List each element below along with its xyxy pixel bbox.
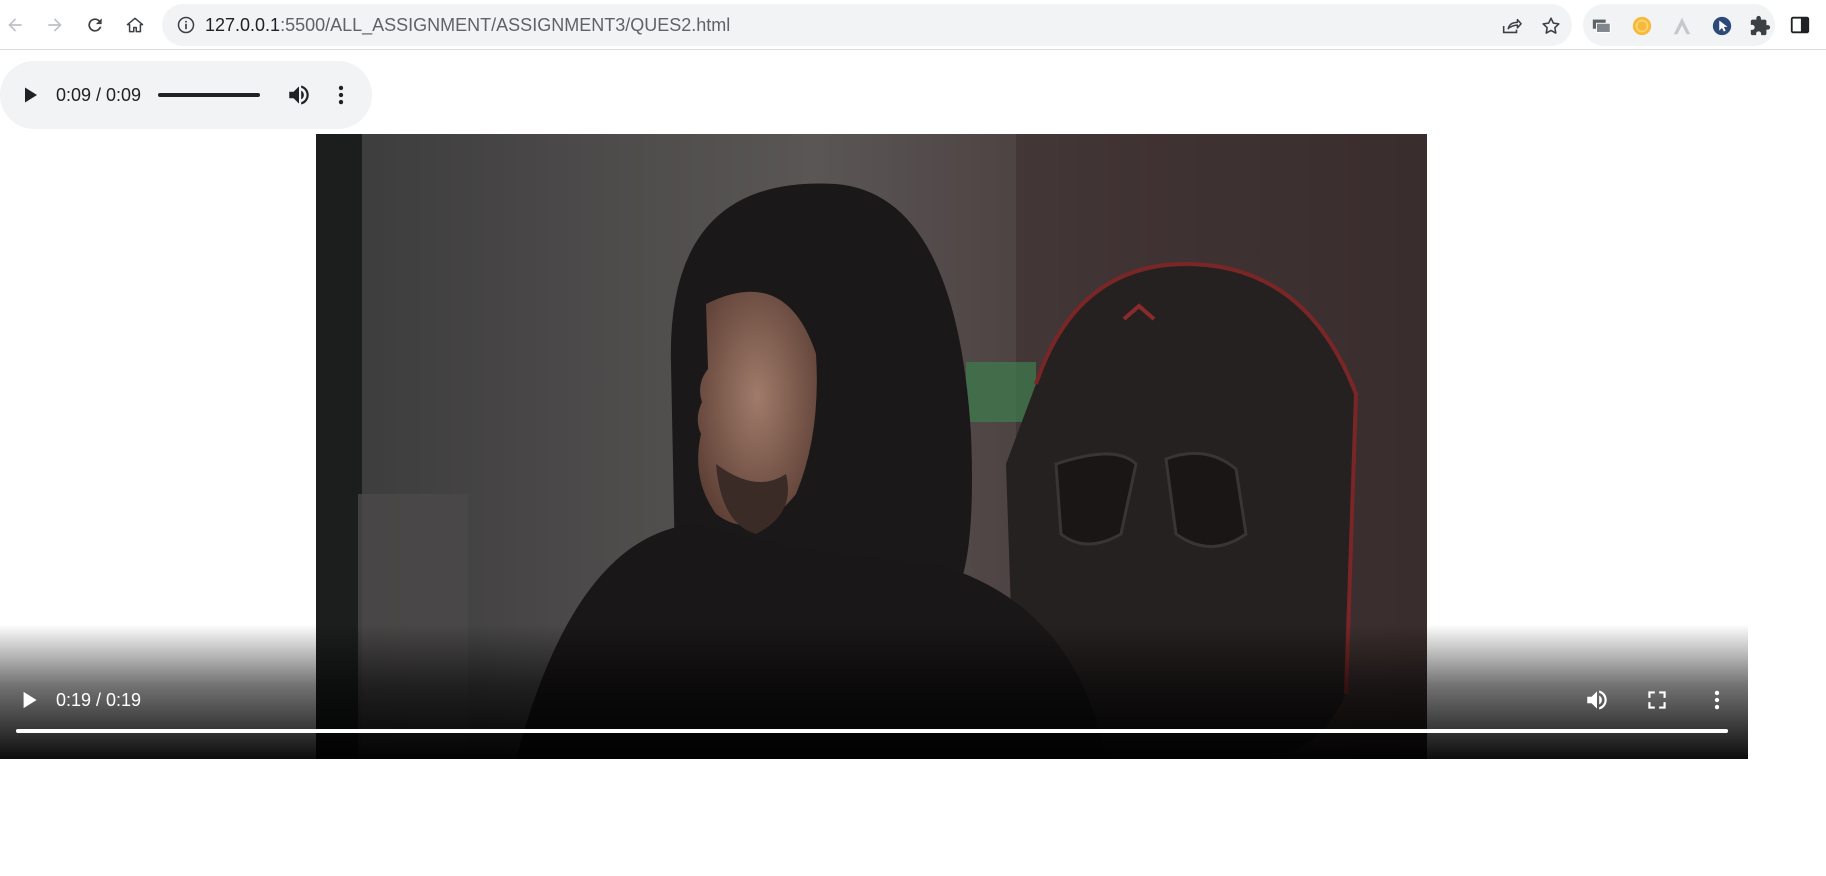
- more-vertical-icon[interactable]: [328, 82, 354, 108]
- share-icon[interactable]: [1500, 15, 1522, 37]
- orange-extension-icon[interactable]: [1631, 15, 1653, 37]
- browser-toolbar: 127.0.0.1:5500/ALL_ASSIGNMENT/ASSIGNMENT…: [0, 0, 1826, 50]
- url-host: 127.0.0.1: [205, 15, 281, 35]
- forward-button[interactable]: [40, 10, 70, 40]
- triangle-extension-icon[interactable]: [1671, 15, 1693, 37]
- video-progress-fill: [16, 729, 1728, 733]
- back-button[interactable]: [0, 10, 30, 40]
- play-icon[interactable]: [16, 687, 42, 713]
- audio-player: 0:09 / 0:09: [0, 61, 372, 129]
- arrow-left-icon: [8, 18, 22, 32]
- cursor-extension-icon[interactable]: [1711, 15, 1733, 37]
- address-bar[interactable]: 127.0.0.1:5500/ALL_ASSIGNMENT/ASSIGNMENT…: [162, 4, 1572, 46]
- reload-button[interactable]: [80, 10, 110, 40]
- video-time: 0:19 / 0:19: [56, 690, 142, 710]
- extensions-bar: [1583, 4, 1775, 46]
- volume-icon[interactable]: [1584, 687, 1610, 713]
- tab-manager-extension-icon[interactable]: [1591, 15, 1613, 37]
- audio-progress-bar[interactable]: [158, 93, 260, 97]
- video-player[interactable]: 0:19 / 0:19: [0, 134, 1748, 759]
- puzzle-icon[interactable]: [1749, 15, 1771, 37]
- home-icon: [126, 17, 144, 33]
- home-button[interactable]: [120, 10, 150, 40]
- video-progress-bar[interactable]: [16, 729, 1728, 733]
- audio-time: 0:09 / 0:09: [56, 85, 142, 105]
- fullscreen-icon[interactable]: [1644, 687, 1670, 713]
- video-controls-overlay: [0, 624, 1748, 759]
- url-text: 127.0.0.1:5500/ALL_ASSIGNMENT/ASSIGNMENT…: [205, 4, 730, 46]
- url-path: :5500/ALL_ASSIGNMENT/ASSIGNMENT3/QUES2.h…: [280, 15, 731, 35]
- more-vertical-icon[interactable]: [1704, 687, 1730, 713]
- side-panel-icon[interactable]: [1789, 14, 1811, 36]
- arrow-right-icon: [48, 18, 62, 32]
- star-icon[interactable]: [1540, 15, 1562, 37]
- reload-icon: [88, 18, 102, 32]
- play-icon[interactable]: [18, 83, 42, 107]
- volume-icon[interactable]: [286, 82, 312, 108]
- info-icon[interactable]: [176, 15, 196, 35]
